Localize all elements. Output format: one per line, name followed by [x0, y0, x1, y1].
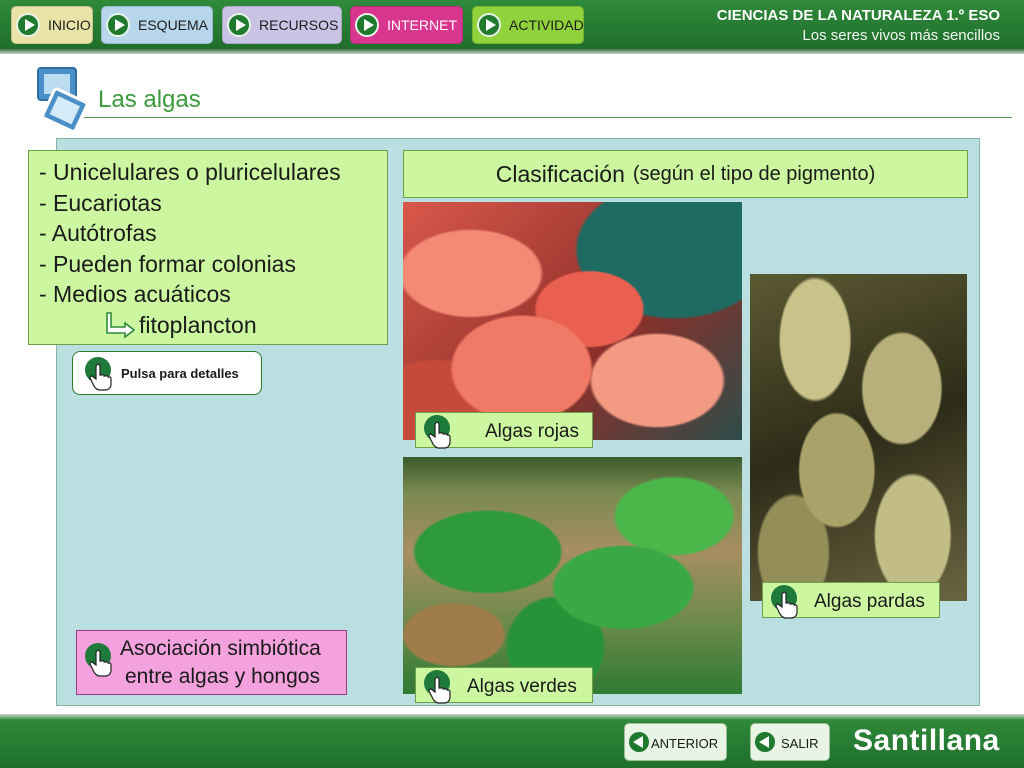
nav-actividad-label: ACTIVIDAD	[509, 17, 584, 33]
anterior-label: ANTERIOR	[651, 736, 719, 751]
symbiosis-button[interactable]: Asociación simbiótica entre algas y hong…	[76, 630, 347, 695]
salir-button[interactable]: SALIR	[750, 723, 830, 761]
feature-subitem-label: fitoplancton	[139, 311, 257, 338]
nav-actividad-button[interactable]: ACTIVIDAD	[472, 6, 584, 44]
green-algae-label: Algas verdes	[467, 676, 577, 697]
nav-esquema-button[interactable]: ESQUEMA	[101, 6, 213, 44]
feature-item: - Unicelulares o pluricelulares	[39, 159, 341, 185]
play-icon	[355, 13, 379, 37]
hand-pointer-icon	[83, 643, 115, 677]
nav-esquema-label: ESQUEMA	[138, 17, 209, 33]
corner-arrow-icon	[106, 311, 136, 339]
feature-item: - Eucariotas	[39, 189, 162, 216]
symbiosis-line-2: entre algas y hongos	[125, 665, 320, 688]
brown-algae-button[interactable]: Algas pardas	[762, 582, 940, 619]
feature-item: - Medios acuáticos	[39, 281, 231, 307]
feature-item: - Autótrofas	[39, 220, 157, 246]
green-algae-photo	[403, 457, 742, 694]
brown-algae-photo	[750, 274, 967, 601]
hand-pointer-icon	[769, 585, 801, 619]
salir-label: SALIR	[781, 736, 819, 751]
nav-recursos-label: RECURSOS	[259, 17, 339, 33]
brand-logo: Santillana	[853, 724, 1000, 757]
hand-pointer-icon	[422, 415, 454, 449]
brown-algae-label: Algas pardas	[814, 591, 925, 612]
classification-header: Clasificación (según el tipo de pigmento…	[403, 150, 968, 198]
red-algae-label: Algas rojas	[485, 421, 579, 442]
hand-pointer-icon	[83, 357, 115, 391]
nav-inicio-label: INICIO	[48, 17, 91, 33]
course-title: CIENCIAS DE LA NATURALEZA 1.º ESO	[716, 7, 1000, 24]
title-divider	[84, 117, 1012, 118]
classification-note: (según el tipo de pigmento)	[632, 162, 876, 185]
features-box: - Unicelulares o pluricelulares - Eucari…	[28, 150, 388, 345]
top-bar-stripe	[0, 48, 1024, 54]
play-icon	[16, 13, 40, 37]
play-icon	[477, 13, 501, 37]
feature-item: - Pueden formar colonias	[39, 250, 296, 277]
page-title: Las algas	[98, 86, 201, 113]
hand-pointer-icon	[422, 670, 454, 704]
nav-internet-button[interactable]: INTERNET	[350, 6, 463, 44]
red-algae-button[interactable]: Algas rojas	[415, 412, 593, 449]
feature-subitem: fitoplancton	[39, 310, 387, 341]
classification-title: Clasificación	[495, 160, 625, 187]
course-subtitle: Los seres vivos más sencillos	[802, 27, 1000, 44]
nav-internet-label: INTERNET	[387, 17, 457, 33]
back-arrow-icon	[627, 730, 651, 754]
nav-recursos-button[interactable]: RECURSOS	[222, 6, 342, 44]
anterior-button[interactable]: ANTERIOR	[624, 723, 727, 761]
page-badge-icon	[37, 67, 86, 133]
details-button-label: Pulsa para detalles	[121, 366, 239, 381]
back-arrow-icon	[753, 730, 777, 754]
play-icon	[106, 13, 130, 37]
green-algae-button[interactable]: Algas verdes	[415, 667, 593, 704]
details-button[interactable]: Pulsa para detalles	[72, 351, 262, 395]
play-icon	[227, 13, 251, 37]
symbiosis-line-1: Asociación simbiótica	[120, 637, 321, 660]
nav-inicio-button[interactable]: INICIO	[11, 6, 93, 44]
red-algae-photo	[403, 202, 742, 440]
